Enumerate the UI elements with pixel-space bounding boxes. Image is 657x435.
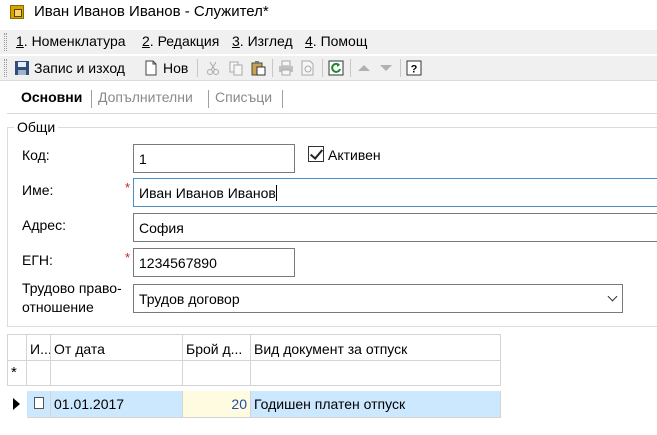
employment-label-line1: Трудово право-	[22, 280, 122, 296]
refresh-icon	[328, 60, 344, 76]
text-caret	[275, 185, 277, 201]
move-up-button[interactable]	[356, 58, 372, 78]
help-button[interactable]: ?	[406, 58, 422, 78]
svg-text:?: ?	[411, 64, 418, 76]
help-icon: ?	[406, 60, 422, 76]
employment-selected-value: Трудов договор	[139, 291, 240, 307]
name-label: Име:	[22, 182, 54, 198]
menu-edit[interactable]: 2. Редакция	[142, 33, 219, 49]
toolbar-grip[interactable]	[4, 59, 7, 77]
egn-field[interactable]: 1234567890	[133, 248, 295, 277]
column-header-from-date[interactable]: От дата	[51, 334, 183, 361]
table-row-from-date[interactable]: 01.01.2017	[51, 391, 183, 418]
menu-help[interactable]: 4. Помощ	[305, 33, 367, 49]
copy-icon	[228, 60, 244, 76]
new-row-cell[interactable]	[51, 361, 183, 386]
address-label: Адрес:	[22, 217, 66, 233]
print-preview-icon	[300, 60, 316, 76]
menu-grip[interactable]	[4, 33, 7, 51]
tab-additional[interactable]: Допълнителни	[96, 88, 195, 106]
new-row-marker[interactable]: *	[7, 361, 27, 386]
window-title: Иван Иванов Иванов - Служител*	[34, 3, 269, 20]
copy-button[interactable]	[228, 58, 244, 78]
menu-view[interactable]: 3. Изглед	[232, 33, 293, 49]
print-button[interactable]	[278, 58, 294, 78]
refresh-button[interactable]	[328, 58, 344, 78]
employment-select[interactable]: Трудов договор	[133, 284, 623, 313]
egn-label: ЕГН:	[22, 252, 53, 268]
toolbar-separator	[400, 59, 401, 77]
app-icon	[10, 5, 24, 19]
code-field[interactable]: 1	[133, 144, 295, 173]
active-checkbox[interactable]	[308, 146, 324, 162]
leave-grid: И... От дата Брой д... Вид документ за о…	[7, 334, 501, 418]
move-down-icon	[378, 60, 394, 76]
column-header-days[interactable]: Брой д...	[183, 334, 251, 361]
print-preview-button[interactable]	[300, 58, 316, 78]
table-row-document-type[interactable]: Годишен платен отпуск	[251, 391, 501, 418]
tab-separator	[282, 90, 283, 108]
menu-bar: 1. Номенклатура 2. Редакция 3. Изглед 4.…	[0, 30, 657, 54]
new-button[interactable]: Нов	[143, 58, 188, 78]
toolbar-separator	[197, 59, 198, 77]
table-row-days[interactable]: 20	[183, 391, 251, 418]
name-field[interactable]: Иван Иванов Иванов	[133, 178, 657, 207]
new-row-cell[interactable]	[27, 361, 51, 386]
column-header-icon[interactable]: И...	[27, 334, 51, 361]
toolbar-separator	[322, 59, 323, 77]
tab-separator	[208, 90, 209, 108]
move-down-button[interactable]	[378, 58, 394, 78]
current-row-indicator[interactable]	[7, 391, 27, 418]
tab-main[interactable]: Основни	[19, 88, 84, 106]
address-field[interactable]: София	[133, 213, 657, 242]
new-row-cell[interactable]	[251, 361, 501, 386]
move-up-icon	[356, 60, 372, 76]
toolbar-separator	[272, 59, 273, 77]
save-close-button[interactable]: Запис и изход	[14, 58, 125, 78]
row-pointer-icon	[13, 398, 20, 410]
chevron-down-icon[interactable]	[607, 291, 618, 302]
toolbar-separator	[350, 59, 351, 77]
table-row-icon-cell[interactable]	[27, 391, 51, 418]
groupbox-title: Общи	[14, 119, 59, 135]
new-row-cell[interactable]	[183, 361, 251, 386]
row-indicator-header	[7, 334, 27, 361]
cut-button[interactable]	[205, 58, 221, 78]
toolbar: Запис и изход Нов ?	[0, 56, 657, 81]
code-label: Код:	[22, 147, 50, 163]
paste-button[interactable]	[250, 58, 266, 78]
print-icon	[278, 60, 294, 76]
paste-icon	[250, 60, 266, 76]
cut-icon	[205, 60, 221, 76]
tab-lists[interactable]: Списъци	[213, 88, 274, 106]
active-label[interactable]: Активен	[328, 147, 381, 163]
tab-underline	[7, 113, 657, 114]
column-header-document-type[interactable]: Вид документ за отпуск	[251, 334, 501, 361]
title-bar: Иван Иванов Иванов - Служител*	[0, 0, 657, 26]
document-icon	[34, 397, 44, 409]
name-required-mark: *	[125, 180, 131, 195]
new-document-icon	[143, 60, 159, 76]
save-icon	[14, 60, 30, 76]
egn-required-mark: *	[125, 250, 131, 265]
menu-nomenclature[interactable]: 1. Номенклатура	[16, 33, 126, 49]
tab-separator	[91, 90, 92, 108]
employment-label-line2: отношение	[22, 299, 94, 315]
